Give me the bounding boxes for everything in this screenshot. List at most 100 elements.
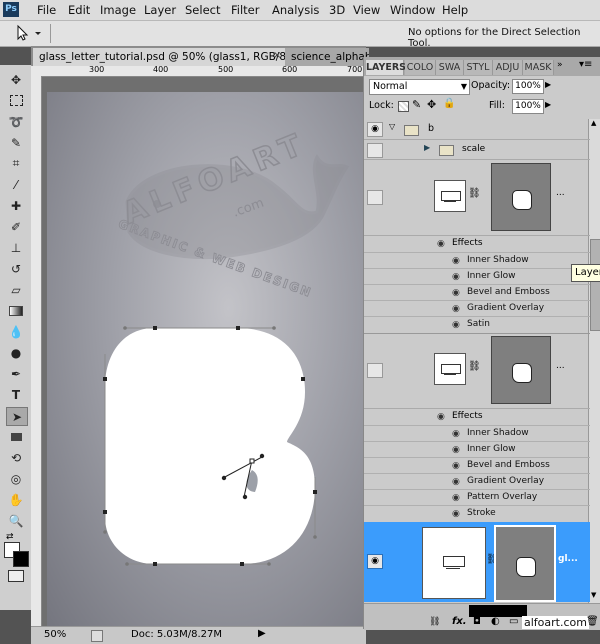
tab-swatches[interactable]: SWA bbox=[436, 60, 464, 75]
zoom-level[interactable]: 50% bbox=[44, 629, 66, 640]
visibility-box[interactable] bbox=[367, 363, 383, 378]
tab-adjustments[interactable]: ADJU bbox=[493, 60, 523, 75]
menu-file[interactable]: File bbox=[37, 3, 56, 17]
effect-row[interactable]: ◉ Bevel and Emboss bbox=[364, 457, 590, 474]
tab-layers[interactable]: LAYERS bbox=[366, 60, 406, 75]
shape-tool-icon[interactable] bbox=[6, 428, 26, 445]
blur-tool-icon[interactable]: 💧 bbox=[6, 323, 26, 340]
direct-selection-tool-icon[interactable]: ➤ bbox=[6, 407, 28, 426]
status-menu-arrow-icon[interactable]: ▶ bbox=[258, 628, 266, 639]
visibility-eye-icon[interactable]: ◉ bbox=[367, 122, 383, 137]
effect-row[interactable]: ◉ Inner Glow bbox=[364, 441, 590, 458]
effect-eye-icon[interactable]: ◉ bbox=[452, 509, 464, 519]
visibility-eye-icon[interactable]: ◉ bbox=[367, 554, 383, 569]
fill-slider-arrow-icon[interactable]: ▶ bbox=[545, 100, 551, 109]
effect-row[interactable]: ◉ Gradient Overlay bbox=[364, 300, 590, 317]
menu-analysis[interactable]: Analysis bbox=[272, 3, 319, 17]
document-canvas[interactable]: ALFOART .com GRAPHIC & WEB DESIGN bbox=[47, 92, 366, 626]
effect-eye-icon[interactable]: ◉ bbox=[452, 493, 464, 503]
quick-mask-icon[interactable] bbox=[8, 570, 24, 582]
layer-row-group-b[interactable]: ◉ ▽ b bbox=[364, 119, 590, 140]
scroll-up-icon[interactable]: ▲ bbox=[591, 119, 596, 127]
effect-eye-icon[interactable]: ◉ bbox=[452, 477, 464, 487]
history-brush-tool-icon[interactable]: ↺ bbox=[6, 260, 26, 277]
trash-icon[interactable]: 🗑 bbox=[586, 616, 599, 627]
photoshop-logo-icon[interactable]: Ps bbox=[3, 2, 19, 17]
tab-glass-letter-tutorial[interactable]: glass_letter_tutorial.psd @ 50% (glass1,… bbox=[33, 48, 285, 66]
fill-input[interactable]: 100% bbox=[512, 99, 544, 114]
menu-edit[interactable]: Edit bbox=[68, 3, 90, 17]
layer-row-shape-1[interactable]: ⛓ ... bbox=[364, 160, 590, 236]
effect-eye-icon[interactable]: ◉ bbox=[452, 445, 464, 455]
clone-stamp-tool-icon[interactable]: ⊥ bbox=[6, 239, 26, 256]
effect-eye-icon[interactable]: ◉ bbox=[452, 304, 464, 314]
menu-help[interactable]: Help bbox=[442, 3, 468, 17]
menu-image[interactable]: Image bbox=[100, 3, 136, 17]
collapse-triangle-icon[interactable]: ▶ bbox=[424, 143, 430, 152]
effect-eye-icon[interactable]: ◉ bbox=[452, 320, 464, 330]
panel-scroll-tabs-icon[interactable]: » bbox=[557, 60, 563, 70]
effect-row[interactable]: ◉ Gradient Overlay bbox=[364, 473, 590, 490]
effect-eye-icon[interactable]: ◉ bbox=[452, 288, 464, 298]
vector-mask-thumbnail[interactable] bbox=[494, 525, 556, 602]
lock-position-icon[interactable]: ✥ bbox=[427, 98, 436, 111]
layer-style-fx-icon[interactable]: fx. bbox=[452, 616, 467, 627]
effect-row[interactable]: ◉ Stroke bbox=[364, 505, 590, 523]
3d-orbit-tool-icon[interactable]: ◎ bbox=[6, 470, 26, 487]
scroll-down-icon[interactable]: ▼ bbox=[591, 591, 596, 599]
lock-all-icon[interactable]: 🔒 bbox=[443, 98, 455, 109]
menu-view[interactable]: View bbox=[353, 3, 380, 17]
expand-triangle-icon[interactable]: ▽ bbox=[389, 122, 395, 131]
effect-eye-icon[interactable]: ◉ bbox=[437, 239, 449, 249]
effect-row[interactable]: ◉ Inner Shadow bbox=[364, 425, 590, 442]
menu-select[interactable]: Select bbox=[185, 3, 220, 17]
add-mask-icon[interactable]: ◘ bbox=[473, 616, 481, 627]
layer-row-group-scale[interactable]: ▶ scale bbox=[364, 140, 590, 160]
blend-mode-select[interactable]: Normal ▼ bbox=[369, 79, 470, 95]
eraser-tool-icon[interactable]: ▱ bbox=[6, 281, 26, 298]
close-icon[interactable]: × bbox=[273, 50, 281, 61]
menu-layer[interactable]: Layer bbox=[144, 3, 176, 17]
tool-preset-picker[interactable] bbox=[8, 24, 42, 42]
type-tool-icon[interactable]: T bbox=[6, 386, 26, 403]
effect-row[interactable]: ◉ Inner Glow bbox=[364, 268, 590, 285]
lock-transparency-icon[interactable] bbox=[398, 101, 409, 112]
menu-filter[interactable]: Filter bbox=[231, 3, 259, 17]
effect-eye-icon[interactable]: ◉ bbox=[437, 412, 449, 422]
swap-colors-icon[interactable]: ⇄ bbox=[6, 532, 14, 542]
tab-masks[interactable]: MASK bbox=[523, 60, 554, 75]
crop-tool-icon[interactable]: ⌗ bbox=[6, 155, 26, 172]
effects-header[interactable]: ◉ Effects bbox=[364, 409, 590, 425]
vector-mask-thumbnail[interactable] bbox=[491, 336, 551, 404]
zoom-tool-icon[interactable]: 🔍 bbox=[6, 512, 26, 529]
effect-eye-icon[interactable]: ◉ bbox=[452, 429, 464, 439]
effect-row[interactable]: ◉ Pattern Overlay bbox=[364, 489, 590, 506]
lasso-tool-icon[interactable]: ➰ bbox=[6, 113, 26, 130]
tab-color[interactable]: COLO bbox=[405, 60, 436, 75]
marquee-tool-icon[interactable] bbox=[6, 92, 26, 109]
opacity-slider-arrow-icon[interactable]: ▶ bbox=[545, 80, 551, 89]
menu-3d[interactable]: 3D bbox=[329, 3, 345, 17]
hand-tool-icon[interactable]: ✋ bbox=[6, 491, 26, 508]
effects-header[interactable]: ◉ Effects bbox=[364, 236, 590, 252]
effect-row[interactable]: ◉ Bevel and Emboss bbox=[364, 284, 590, 301]
effect-eye-icon[interactable]: ◉ bbox=[452, 461, 464, 471]
background-color-swatch[interactable] bbox=[13, 551, 29, 567]
eyedropper-tool-icon[interactable]: ⁄ bbox=[6, 176, 26, 193]
effect-row[interactable]: ◉ Satin bbox=[364, 316, 590, 334]
opacity-input[interactable]: 100% bbox=[512, 79, 544, 94]
dodge-tool-icon[interactable]: ● bbox=[6, 344, 26, 361]
effect-eye-icon[interactable]: ◉ bbox=[452, 256, 464, 266]
lock-image-icon[interactable]: ✎ bbox=[412, 98, 421, 111]
effect-row[interactable]: ◉ Inner Shadow bbox=[364, 252, 590, 269]
tab-science-alphabet[interactable]: science_alphabet bbox=[285, 48, 369, 66]
quick-selection-tool-icon[interactable]: ✎ bbox=[6, 134, 26, 151]
healing-brush-tool-icon[interactable]: ✚ bbox=[6, 197, 26, 214]
gradient-tool-icon[interactable] bbox=[6, 302, 26, 319]
brush-tool-icon[interactable]: ✐ bbox=[6, 218, 26, 235]
link-layers-icon[interactable]: ⛓ bbox=[429, 617, 440, 627]
menu-window[interactable]: Window bbox=[390, 3, 435, 17]
chain-link-icon[interactable]: ⛓ bbox=[468, 188, 481, 199]
effect-eye-icon[interactable]: ◉ bbox=[452, 272, 464, 282]
scroll-thumb[interactable] bbox=[590, 239, 600, 331]
